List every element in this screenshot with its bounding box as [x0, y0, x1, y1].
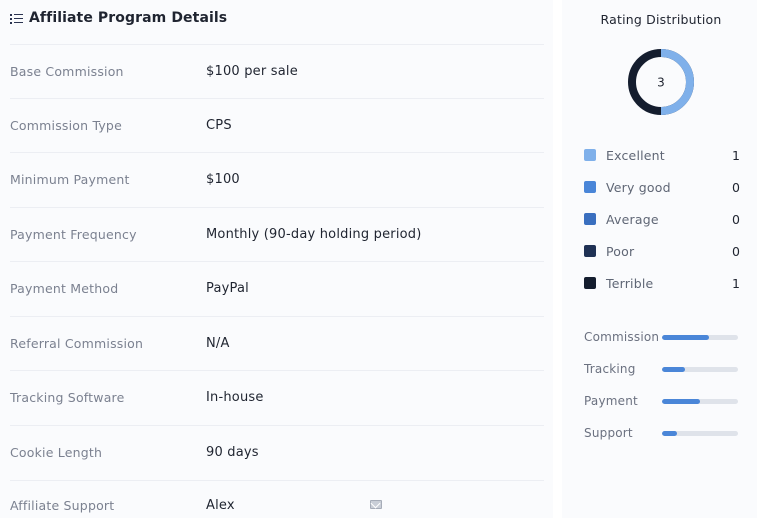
detail-value: CPS — [206, 118, 232, 133]
detail-value: $100 — [206, 172, 240, 187]
score-bar-fill — [662, 334, 710, 340]
score-bar-track — [662, 398, 738, 404]
score-bar-label: Support — [584, 426, 633, 440]
detail-label: Commission Type — [10, 118, 122, 133]
score-bar-fill — [662, 430, 678, 436]
legend-count: 1 — [732, 275, 740, 291]
rating-distribution-panel: Rating Distribution 3 Excellent 1 Very g… — [562, 0, 757, 518]
detail-row-payment-method: Payment Method PayPal — [10, 261, 544, 315]
score-bar-label: Commission — [584, 330, 660, 344]
legend-item-excellent: Excellent 1 — [584, 145, 740, 165]
detail-row-referral-commission: Referral Commission N/A — [10, 316, 544, 370]
legend-count: 0 — [732, 211, 740, 227]
detail-row-base-commission: Base Commission $100 per sale — [10, 44, 544, 98]
legend-count: 0 — [732, 243, 740, 259]
detail-value: $100 per sale — [206, 64, 298, 79]
legend-item-very-good: Very good 0 — [584, 177, 740, 197]
detail-row-affiliate-support: Affiliate Support Alex — [10, 480, 544, 518]
donut-center-value: 3 — [657, 76, 665, 90]
mail-icon[interactable] — [370, 500, 382, 509]
score-bar-label: Payment — [584, 394, 638, 408]
detail-value: In-house — [206, 390, 264, 405]
detail-value: N/A — [206, 336, 230, 351]
legend-item-terrible: Terrible 1 — [584, 273, 740, 293]
rating-distribution-title: Rating Distribution — [600, 12, 722, 27]
legend-name: Poor — [606, 243, 635, 259]
score-bar-fill — [662, 398, 700, 404]
legend-swatch — [584, 245, 596, 257]
legend-swatch — [584, 181, 596, 193]
legend-name: Very good — [606, 179, 671, 195]
score-bar-track — [662, 430, 738, 436]
list-icon — [10, 13, 23, 24]
detail-value: Monthly (90-day holding period) — [206, 227, 422, 242]
score-bar-tracking: Tracking — [584, 360, 740, 378]
score-bar-support: Support — [584, 424, 740, 442]
score-bar-label: Tracking — [584, 362, 636, 376]
legend-swatch — [584, 277, 596, 289]
detail-label: Referral Commission — [10, 336, 144, 351]
legend-count: 1 — [732, 147, 740, 163]
detail-row-cookie-length: Cookie Length 90 days — [10, 425, 544, 479]
detail-row-commission-type: Commission Type CPS — [10, 98, 544, 152]
score-bar-commission: Commission — [584, 328, 740, 346]
detail-label: Tracking Software — [10, 390, 125, 405]
detail-label: Affiliate Support — [10, 498, 115, 513]
donut-segment-excellent — [660, 49, 694, 115]
panel-title: Affiliate Program Details — [29, 10, 228, 26]
legend-swatch — [584, 213, 596, 225]
detail-row-tracking-software: Tracking Software In-house — [10, 370, 544, 424]
detail-value: PayPal — [206, 281, 249, 296]
score-bar-payment: Payment — [584, 392, 740, 410]
detail-row-payment-frequency: Payment Frequency Monthly (90-day holdin… — [10, 207, 544, 261]
legend-name: Average — [606, 211, 659, 227]
rating-donut-chart: 3 — [628, 49, 694, 115]
score-bar-fill — [662, 366, 685, 372]
legend-item-average: Average 0 — [584, 209, 740, 229]
panel-header: Affiliate Program Details — [10, 8, 227, 28]
legend-name: Excellent — [606, 147, 665, 163]
detail-value: Alex — [206, 498, 235, 513]
score-bar-track — [662, 334, 738, 340]
detail-row-minimum-payment: Minimum Payment $100 — [10, 152, 544, 206]
detail-label: Minimum Payment — [10, 172, 130, 187]
affiliate-details-panel: Affiliate Program Details Base Commissio… — [0, 0, 553, 518]
legend-count: 0 — [732, 179, 740, 195]
detail-label: Base Commission — [10, 64, 124, 79]
legend-item-poor: Poor 0 — [584, 241, 740, 261]
score-bar-track — [662, 366, 738, 372]
detail-label: Payment Method — [10, 281, 119, 296]
legend-swatch — [584, 149, 596, 161]
detail-label: Payment Frequency — [10, 227, 137, 242]
detail-label: Cookie Length — [10, 445, 103, 460]
legend-name: Terrible — [606, 275, 654, 291]
detail-value: 90 days — [206, 445, 259, 460]
